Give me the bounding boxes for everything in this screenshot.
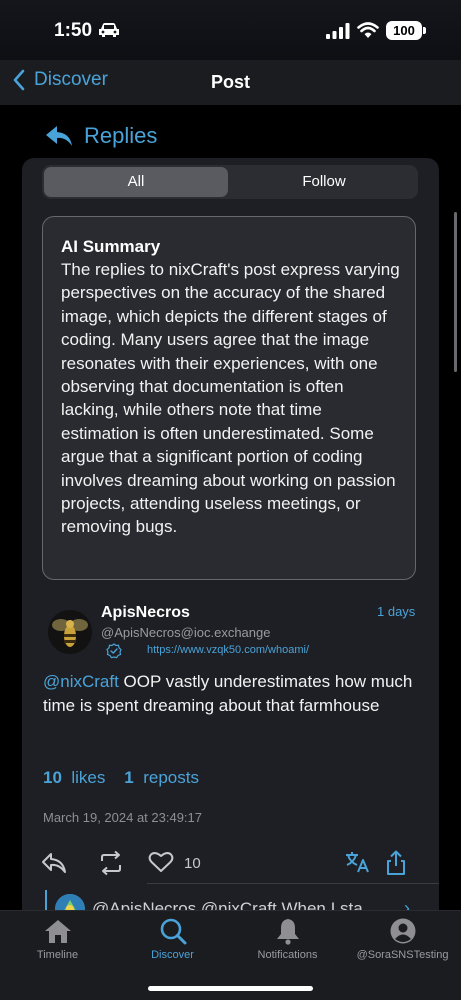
tab-notifications[interactable]: Notifications xyxy=(230,917,345,961)
tab-discover[interactable]: Discover xyxy=(115,917,230,961)
tab-timeline-label: Timeline xyxy=(36,949,79,961)
post-body: @nixCraft OOP vastly underestimates how … xyxy=(43,670,419,717)
reply-preview-text[interactable]: @ApisNecros @nixCraft When I sta xyxy=(92,899,382,910)
likes-count: 10 xyxy=(43,768,62,787)
share-icon xyxy=(387,850,405,875)
page-title: Post xyxy=(210,72,250,92)
likes-stat[interactable]: 10 likes xyxy=(43,768,105,787)
repost-button[interactable] xyxy=(96,850,126,876)
bee-avatar-image xyxy=(48,610,92,654)
translate-icon xyxy=(346,852,369,873)
mention-link[interactable]: @nixCraft xyxy=(43,672,119,691)
author-handle: @ApisNecros@ioc.exchange xyxy=(101,625,271,640)
verified-badge-icon xyxy=(106,643,122,659)
tab-notifications-label: Notifications xyxy=(257,949,318,961)
repost-icon xyxy=(101,850,121,876)
replies-header-label: Replies xyxy=(84,123,158,148)
ai-summary-text: The replies to nixCraft's post express v… xyxy=(61,260,400,537)
status-time: 1:50 xyxy=(54,20,93,41)
author-profile-link[interactable]: https://www.vzqk50.com/whoami/ xyxy=(147,644,309,656)
replies-header: Replies xyxy=(44,123,157,149)
search-icon xyxy=(160,918,186,945)
translate-button[interactable] xyxy=(344,850,370,874)
like-button[interactable] xyxy=(148,850,174,874)
divider xyxy=(147,883,439,884)
navigation-bar: Discover Post xyxy=(0,60,461,105)
avatar[interactable] xyxy=(48,610,92,654)
tab-profile-label: @SoraSNSTesting xyxy=(356,949,449,961)
likes-label: likes xyxy=(71,768,106,787)
ai-summary-box: AI Summary The replies to nixCraft's pos… xyxy=(42,216,416,580)
reply-avatar[interactable] xyxy=(55,894,85,910)
replies-card: All Follow AI Summary The replies to nix… xyxy=(22,158,439,910)
avatar-image xyxy=(55,894,85,910)
chevron-right-icon[interactable]: › xyxy=(404,898,410,910)
battery-indicator: 100 xyxy=(386,21,426,40)
post-actions: 10 xyxy=(22,850,439,880)
post-stats: 10 likes 1 reposts xyxy=(43,768,199,788)
author-name[interactable]: ApisNecros xyxy=(101,604,190,622)
tab-timeline[interactable]: Timeline xyxy=(0,917,115,961)
ai-summary-title: AI Summary xyxy=(61,237,161,256)
car-icon xyxy=(99,23,119,37)
reply-all-icon xyxy=(46,126,72,146)
reply-icon xyxy=(42,853,66,873)
reply-button[interactable] xyxy=(40,850,68,876)
segment-all[interactable]: All xyxy=(44,167,228,197)
reposts-label: reposts xyxy=(143,768,199,787)
wifi-icon xyxy=(357,22,379,38)
home-icon xyxy=(44,920,71,943)
cellular-signal-icon xyxy=(326,23,350,39)
tab-discover-label: Discover xyxy=(151,949,194,961)
post-timestamp: 1 days xyxy=(377,604,416,619)
thread-line xyxy=(45,890,47,910)
replies-filter-segmented-control: All Follow xyxy=(42,165,418,199)
share-button[interactable] xyxy=(384,850,408,876)
profile-icon xyxy=(390,918,415,944)
segment-follow[interactable]: Follow xyxy=(232,167,416,197)
post-date: March 19, 2024 at 23:49:17 xyxy=(43,810,203,825)
heart-icon xyxy=(148,852,174,872)
post-detail-content[interactable]: Replies All Follow AI Summary The replie… xyxy=(0,105,461,910)
like-count: 10 xyxy=(184,855,201,872)
reposts-stat[interactable]: 1 reposts xyxy=(124,768,199,787)
home-indicator xyxy=(148,986,313,991)
tab-profile[interactable]: @SoraSNSTesting xyxy=(345,917,460,961)
reposts-count: 1 xyxy=(124,768,134,787)
status-bar: 1:50 100 xyxy=(0,0,461,60)
scrollbar[interactable] xyxy=(454,212,457,372)
bell-icon xyxy=(276,919,299,945)
